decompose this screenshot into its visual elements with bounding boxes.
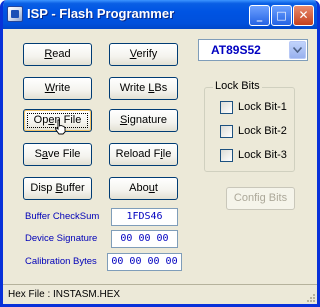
close-button[interactable]: ✕ [293,5,314,26]
status-bar: Hex File : INSTASM.HEX [3,284,317,304]
checkbox-box[interactable] [220,149,233,162]
dropdown-arrow-button[interactable] [289,41,306,59]
save-file-button[interactable]: Save File [23,143,92,166]
title-bar[interactable]: ISP - Flash Programmer _ □ ✕ [3,0,317,29]
write-lbs-label-post: Bs [154,82,168,94]
buffer-checksum-field: 1FDS46 [111,208,178,226]
app-window: ISP - Flash Programmer _ □ ✕ Read Write … [0,0,320,307]
signature-button[interactable]: Signature [109,109,178,132]
window-title: ISP - Flash Programmer [27,6,175,21]
device-select-value: AT89S52 [211,43,261,57]
save-file-label-pre: S [34,148,42,160]
about-label-pre: Abo [129,182,149,194]
disp-buffer-label-post: uffer [62,182,85,194]
disp-buffer-label-pre: Disp [30,182,56,194]
write-button[interactable]: Write [23,77,92,100]
resize-grip-icon[interactable] [305,292,315,302]
write-label-accel: W [44,82,55,94]
lock-bit-1-label: Lock Bit-1 [238,101,287,113]
lock-bits-group-label: Lock Bits [213,80,262,92]
write-lbs-label-pre: Write [119,82,149,94]
hand-cursor-icon [54,119,66,135]
reload-file-label-pre: Reload F [115,148,161,160]
reload-file-label-post: le [162,148,172,160]
write-label-post: rite [54,82,71,94]
app-icon[interactable] [7,6,23,22]
checkbox-box[interactable] [220,101,233,114]
verify-label-post: erify [136,48,158,60]
device-select[interactable]: AT89S52 [198,39,308,61]
lock-bit-2-label: Lock Bit-2 [238,125,287,137]
device-signature-field: 00 00 00 [111,230,178,248]
verify-button[interactable]: Verify [109,43,178,66]
signature-label-post: ignature [127,114,168,126]
minimize-button[interactable]: _ [249,5,270,26]
device-signature-label: Device Signature [25,233,98,244]
about-label-post: t [154,182,158,194]
reload-file-button[interactable]: Reload File [109,143,178,166]
calibration-bytes-field: 00 00 00 00 [107,253,182,271]
chevron-down-icon [293,47,302,53]
checkbox-box[interactable] [220,125,233,138]
calibration-bytes-label: Calibration Bytes [25,256,97,267]
config-bits-button[interactable]: Config Bits [226,187,295,210]
maximize-button[interactable]: □ [271,5,292,26]
buffer-checksum-label: Buffer CheckSum [25,211,100,222]
save-file-label-post: ve File [48,148,81,160]
hex-file-status: Hex File : INSTASM.HEX [8,289,121,300]
disp-buffer-button[interactable]: Disp Buffer [23,177,92,200]
disp-buffer-label-accel: B [55,182,63,194]
read-button[interactable]: Read [23,43,92,66]
read-label-post: ead [52,48,71,60]
about-button[interactable]: About [109,177,178,200]
write-lbs-button[interactable]: Write LBs [109,77,178,100]
lock-bit-3-label: Lock Bit-3 [238,149,287,161]
